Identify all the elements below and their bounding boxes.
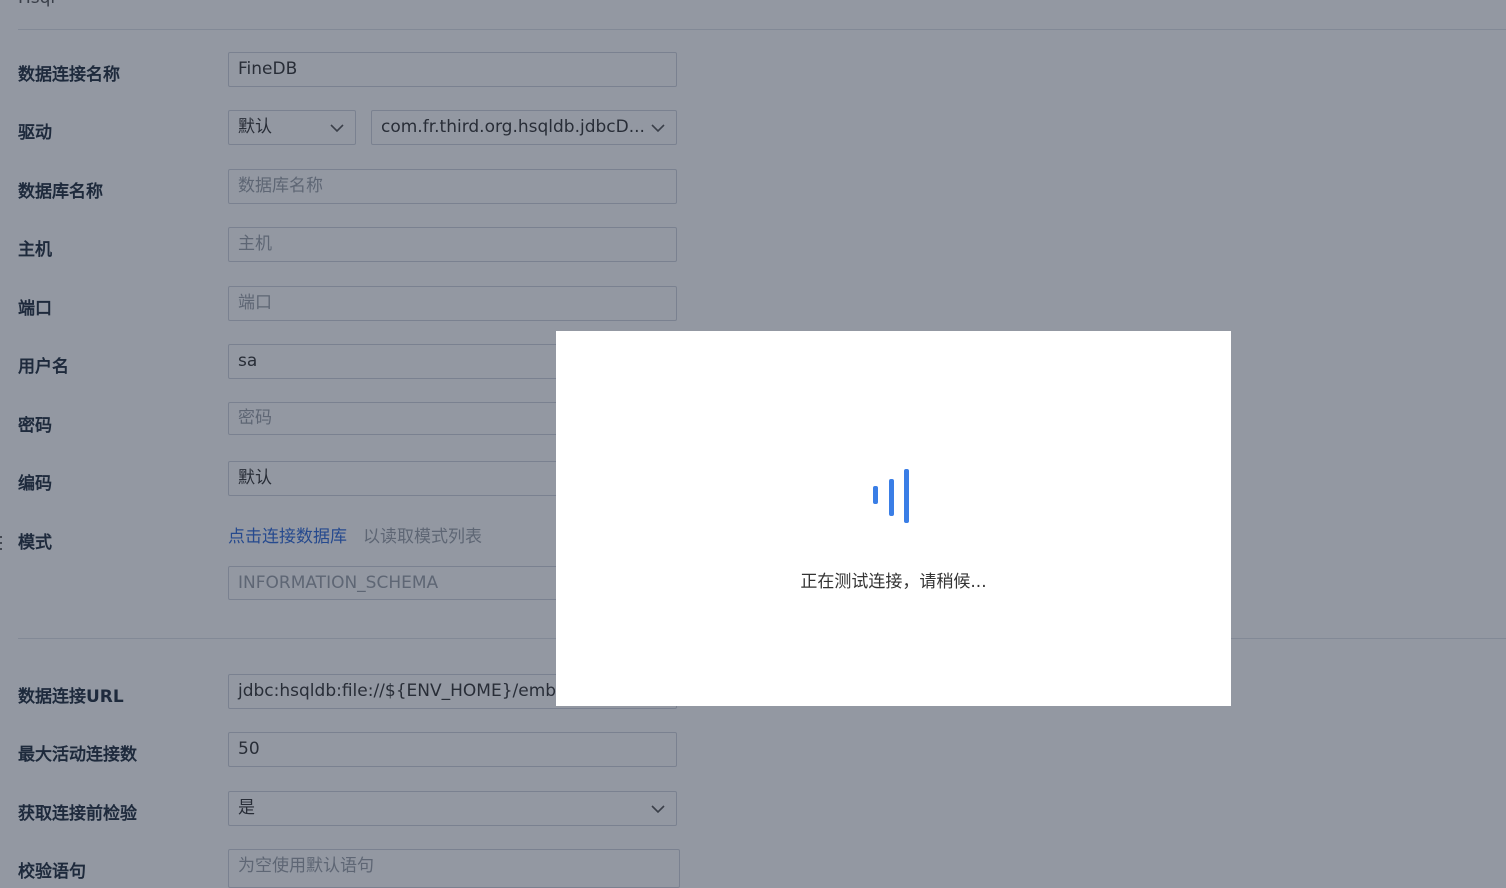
- loading-spinner-icon: [873, 467, 913, 523]
- loading-message: 正在测试连接，请稍候...: [800, 572, 987, 592]
- loading-dialog: 正在测试连接，请稍候...: [556, 331, 1231, 706]
